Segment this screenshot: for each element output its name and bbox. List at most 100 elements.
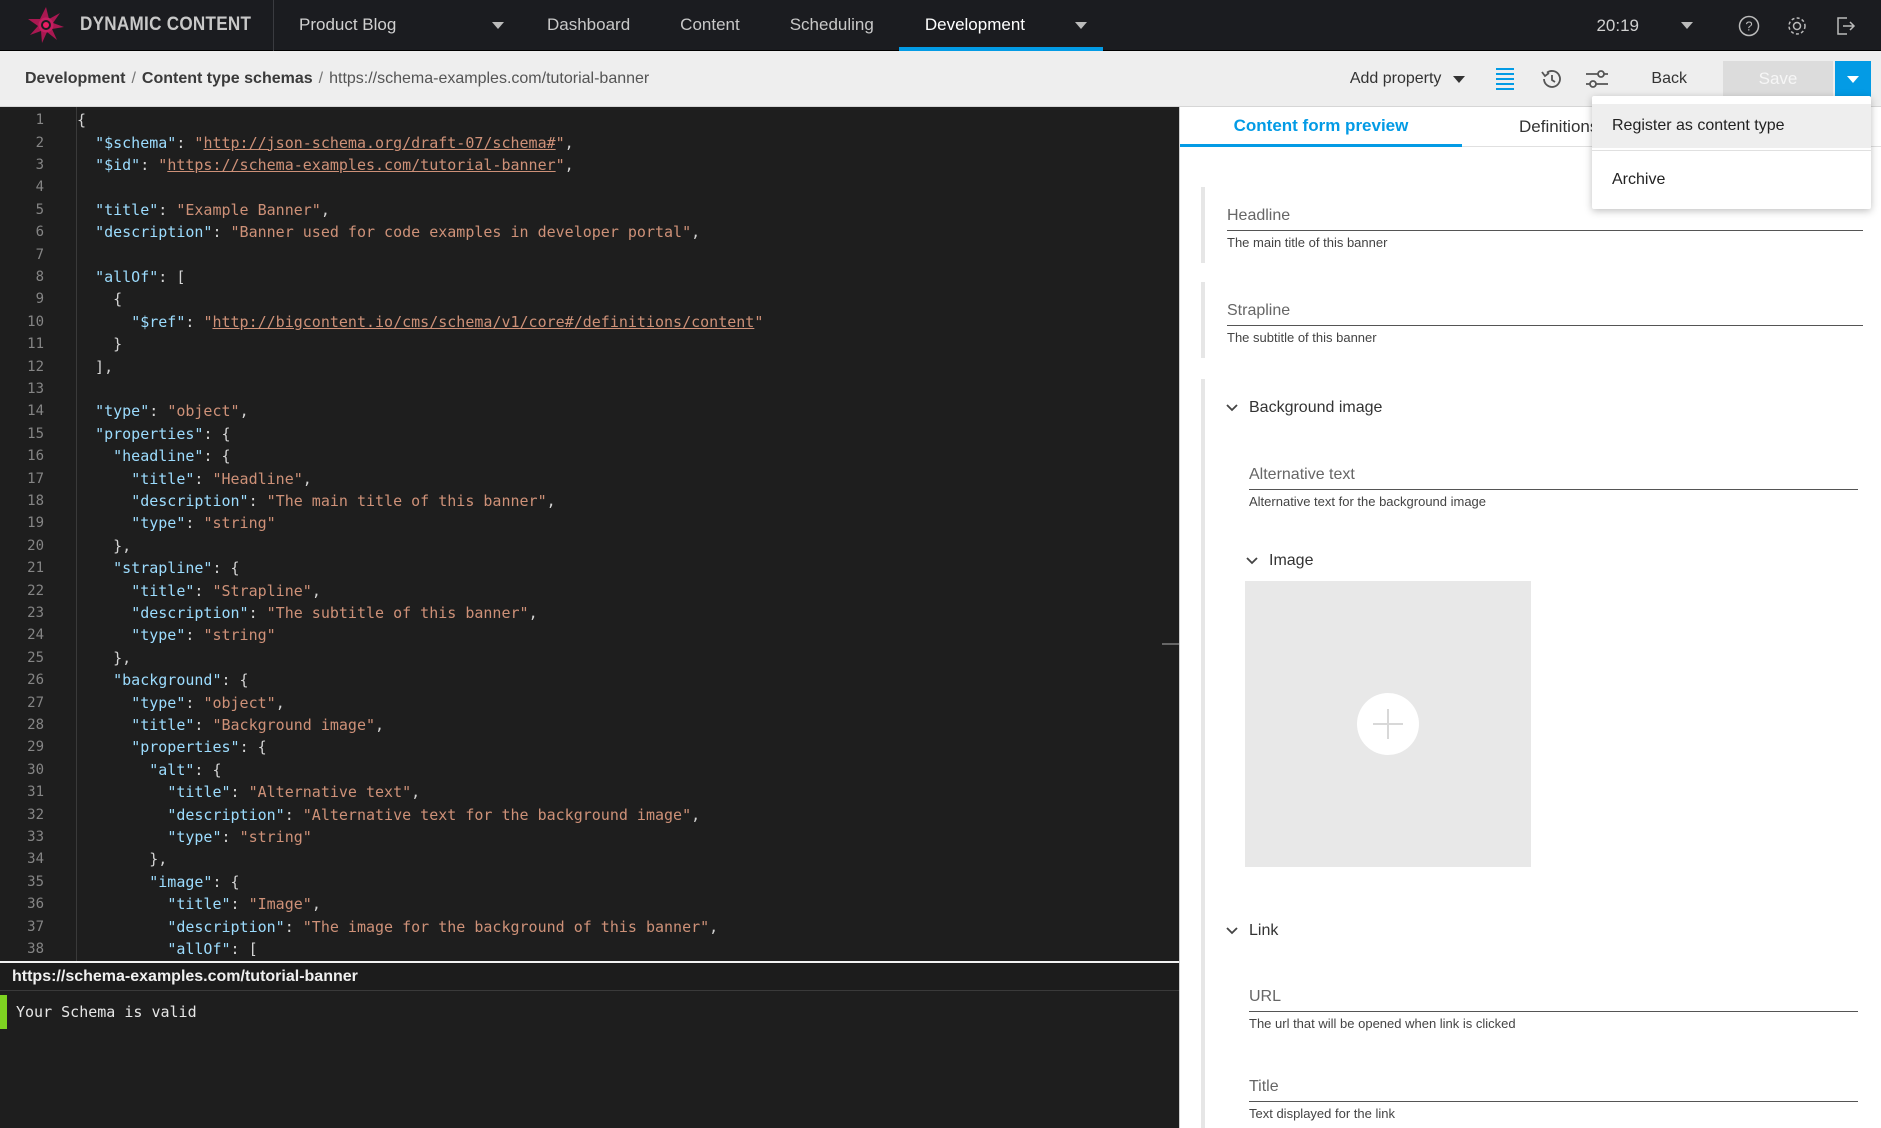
line-number: 1 [35,112,44,129]
code-line[interactable]: 28 "title": "Background image", [0,714,1160,736]
alt-text-input[interactable] [1249,489,1858,490]
code-text: "title": "Headline", [131,469,312,488]
code-line[interactable]: 13 [0,378,1160,400]
code-line[interactable]: 4 [0,176,1160,198]
code-text: "type": "string" [131,514,276,533]
code-line[interactable]: 16 "headline": { [0,445,1160,467]
code-line[interactable]: 9 { [0,288,1160,310]
strapline-field-group: Strapline The subtitle of this banner [1201,282,1863,358]
code-line[interactable]: 30 "alt": { [0,759,1160,781]
tab-dashboard[interactable]: Dashboard [522,0,655,51]
code-line[interactable]: 22 "title": "Strapline", [0,579,1160,601]
code-line[interactable]: 6 "description": "Banner used for code e… [0,221,1160,243]
code-line[interactable]: 11 } [0,333,1160,355]
background-image-toggle[interactable]: Background image [1225,399,1382,417]
code-line[interactable]: 14 "type": "object", [0,400,1160,422]
format-icon[interactable] [1491,65,1519,93]
code-line[interactable]: 5 "title": "Example Banner", [0,199,1160,221]
line-number: 38 [27,940,44,957]
strapline-description: The subtitle of this banner [1227,330,1377,345]
code-line[interactable]: 19 "type": "string" [0,512,1160,534]
code-text: "title": "Example Banner", [95,200,330,219]
line-number: 23 [27,604,44,621]
hub-selector[interactable]: Product Blog [274,0,516,51]
code-line[interactable]: 26 "background": { [0,669,1160,691]
archive-menu-item[interactable]: Archive [1592,158,1871,202]
image-picker[interactable] [1245,581,1531,867]
code-line[interactable]: 17 "title": "Headline", [0,467,1160,489]
breadcrumb-development[interactable]: Development [25,70,125,88]
line-number: 21 [27,560,44,577]
save-options-dropdown-button[interactable] [1835,61,1871,97]
link-title-input[interactable] [1249,1101,1858,1102]
line-number: 27 [27,694,44,711]
help-icon[interactable]: ? [1737,14,1761,38]
code-line[interactable]: 29 "properties": { [0,736,1160,758]
gear-icon[interactable] [1785,14,1809,38]
code-line[interactable]: 2 "$schema": "http://json-schema.org/dra… [0,131,1160,153]
code-text: "properties": { [95,424,231,443]
breadcrumb-content-type-schemas[interactable]: Content type schemas [142,70,313,88]
logout-icon[interactable] [1833,14,1857,38]
code-line[interactable]: 37 "description": "The image for the bac… [0,915,1160,937]
code-text: } [77,335,123,354]
code-text: }, [77,536,132,555]
code-text: "allOf": [ [95,267,186,286]
code-line[interactable]: 34 }, [0,848,1160,870]
code-line[interactable]: 18 "description": "The main title of thi… [0,490,1160,512]
code-line[interactable]: 38 "allOf": [ [0,938,1160,960]
code-text: "background": { [113,671,249,690]
register-as-content-type-menu-item[interactable]: Register as content type [1592,104,1871,148]
brand[interactable]: DYNAMIC CONTENT [0,0,274,51]
code-line[interactable]: 33 "type": "string" [0,826,1160,848]
line-number: 7 [35,246,44,263]
code-line[interactable]: 15 "properties": { [0,423,1160,445]
code-line[interactable]: 27 "type": "object", [0,691,1160,713]
code-line[interactable]: 23 "description": "The subtitle of this … [0,602,1160,624]
line-number: 5 [35,201,44,218]
code-text: }, [77,648,132,667]
chevron-down-icon[interactable] [1074,21,1087,29]
code-line[interactable]: 25 }, [0,647,1160,669]
link-toggle[interactable]: Link [1225,922,1278,940]
code-line[interactable]: 3 "$id": "https://schema-examples.com/tu… [0,154,1160,176]
history-icon[interactable] [1537,65,1565,93]
code-line[interactable]: 31 "title": "Alternative text", [0,781,1160,803]
code-line[interactable]: 24 "type": "string" [0,624,1160,646]
url-label: URL [1249,988,1282,1005]
url-input[interactable] [1249,1011,1858,1012]
editor-scrollbar[interactable] [1162,643,1179,645]
headline-input[interactable] [1227,230,1863,231]
back-button[interactable]: Back [1651,70,1687,88]
code-text: "strapline": { [113,559,240,578]
tab-development[interactable]: Development [898,0,1103,51]
line-number: 8 [35,268,44,285]
tab-content-form-preview[interactable]: Content form preview [1180,107,1462,147]
tab-scheduling[interactable]: Scheduling [765,0,899,51]
code-text: "image": { [149,872,240,891]
save-button[interactable]: Save [1723,61,1833,97]
background-image-title: Background image [1249,399,1383,416]
code-line[interactable]: 36 "title": "Image", [0,893,1160,915]
code-line[interactable]: 21 "strapline": { [0,557,1160,579]
image-toggle[interactable]: Image [1245,552,1313,570]
code-line[interactable]: 35 "image": { [0,871,1160,893]
code-line[interactable]: 32 "description": "Alternative text for … [0,803,1160,825]
line-number: 24 [27,627,44,644]
code-line[interactable]: 8 "allOf": [ [0,266,1160,288]
add-image-icon[interactable] [1357,693,1419,755]
code-line[interactable]: 10 "$ref": "http://bigcontent.io/cms/sch… [0,311,1160,333]
add-property-button[interactable]: Add property [1350,70,1466,88]
headline-description: The main title of this banner [1227,235,1388,250]
chevron-down-icon[interactable] [1681,22,1693,29]
code-line[interactable]: 12 ], [0,355,1160,377]
settings-sliders-icon[interactable] [1583,65,1611,93]
code-line[interactable]: 20 }, [0,535,1160,557]
breadcrumb-current: https://schema-examples.com/tutorial-ban… [329,69,650,87]
schema-code-editor[interactable]: 1{2 "$schema": "http://json-schema.org/d… [0,107,1179,961]
code-line[interactable]: 7 [0,243,1160,265]
tab-content[interactable]: Content [655,0,765,51]
code-text: "type": "object", [131,693,285,712]
strapline-input[interactable] [1227,325,1863,326]
code-line[interactable]: 1{ [0,109,1160,131]
